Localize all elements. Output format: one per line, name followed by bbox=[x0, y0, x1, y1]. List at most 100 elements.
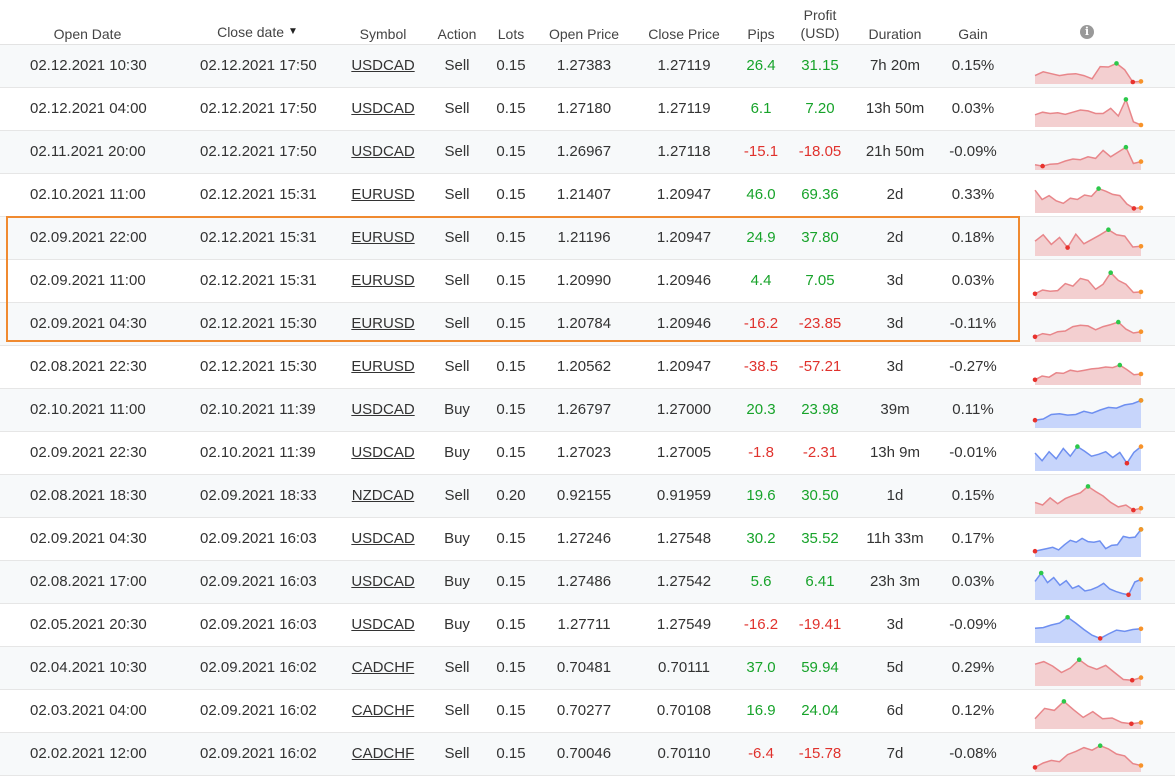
header-close-price[interactable]: Close Price bbox=[640, 25, 728, 43]
close-price-cell: 1.20947 bbox=[656, 358, 712, 375]
lots-cell: 0.15 bbox=[496, 530, 526, 547]
duration-cell: 2d bbox=[886, 229, 904, 246]
symbol-link[interactable]: NZDCAD bbox=[343, 475, 423, 517]
lots-cell: 0.15 bbox=[496, 315, 526, 332]
action-cell: Buy bbox=[444, 444, 470, 461]
close-date-cell: 02.09.2021 16:02 bbox=[200, 659, 317, 676]
symbol-link[interactable]: USDCAD bbox=[343, 432, 423, 474]
table-row[interactable]: 02.09.2021 11:00 02.12.2021 15:31 EURUSD Se… bbox=[0, 260, 1175, 303]
sparkline-end-dot bbox=[1138, 720, 1144, 725]
symbol-link-text[interactable]: USDCAD bbox=[351, 100, 414, 117]
symbol-link[interactable]: EURUSD bbox=[343, 303, 423, 345]
trade-sparkline bbox=[1034, 657, 1144, 686]
header-symbol[interactable]: Symbol bbox=[343, 25, 423, 43]
table-row[interactable]: 02.08.2021 17:00 02.09.2021 16:03 USDCAD Bu… bbox=[0, 561, 1175, 604]
header-gain[interactable]: Gain bbox=[943, 25, 1003, 43]
symbol-link-text[interactable]: EURUSD bbox=[351, 186, 414, 203]
header-open-date[interactable]: Open Date bbox=[30, 25, 145, 43]
symbol-link-text[interactable]: USDCAD bbox=[351, 57, 414, 74]
symbol-link[interactable]: EURUSD bbox=[343, 174, 423, 216]
table-row[interactable]: 02.11.2021 20:00 02.12.2021 17:50 USDCAD Se… bbox=[0, 131, 1175, 174]
table-row[interactable]: 02.12.2021 04:00 02.12.2021 17:50 USDCAD Se… bbox=[0, 88, 1175, 131]
table-row[interactable]: 02.09.2021 04:30 02.12.2021 15:30 EURUSD Se… bbox=[0, 303, 1175, 346]
sparkline-end-dot bbox=[1138, 289, 1144, 295]
symbol-link[interactable]: USDCAD bbox=[343, 45, 423, 87]
open-price-cell: 1.20784 bbox=[556, 315, 612, 332]
table-row[interactable]: 02.09.2021 04:30 02.09.2021 16:03 USDCAD Bu… bbox=[0, 518, 1175, 561]
pips-cell: 24.9 bbox=[746, 229, 776, 246]
lots-cell: 0.15 bbox=[496, 616, 526, 633]
table-row[interactable]: 02.09.2021 22:00 02.12.2021 15:31 EURUSD Se… bbox=[0, 217, 1175, 260]
trade-sparkline bbox=[1032, 319, 1144, 342]
symbol-link-text[interactable]: USDCAD bbox=[351, 143, 414, 160]
symbol-link[interactable]: CADCHF bbox=[343, 690, 423, 732]
close-date-cell: 02.09.2021 16:03 bbox=[200, 573, 317, 590]
symbol-link-text[interactable]: USDCAD bbox=[351, 401, 414, 418]
pips-cell: -16.2 bbox=[743, 616, 779, 633]
pips-cell: 46.0 bbox=[746, 186, 776, 203]
symbol-link-text[interactable]: NZDCAD bbox=[352, 487, 415, 504]
sparkline-low-dot bbox=[1131, 206, 1137, 211]
header-lots[interactable]: Lots bbox=[490, 25, 532, 43]
header-profit[interactable]: Profit (USD) bbox=[790, 6, 850, 42]
symbol-link-text[interactable]: EURUSD bbox=[351, 272, 414, 289]
open-price-cell: 1.27383 bbox=[556, 57, 612, 74]
symbol-link-text[interactable]: USDCAD bbox=[351, 616, 414, 633]
table-row[interactable]: 02.08.2021 22:30 02.12.2021 15:30 EURUSD Se… bbox=[0, 346, 1175, 389]
duration-cell: 3d bbox=[886, 616, 904, 633]
header-action[interactable]: Action bbox=[427, 25, 487, 43]
symbol-link-text[interactable]: EURUSD bbox=[351, 229, 414, 246]
open-date-cell: 02.04.2021 10:30 bbox=[30, 659, 147, 676]
action-cell: Sell bbox=[444, 272, 470, 289]
symbol-link-text[interactable]: CADCHF bbox=[352, 702, 415, 719]
sparkline-area bbox=[1035, 446, 1141, 471]
table-row[interactable]: 02.02.2021 12:00 02.09.2021 16:02 CADCHF Se… bbox=[0, 733, 1175, 776]
symbol-link[interactable]: USDCAD bbox=[343, 518, 423, 560]
gain-cell: 0.15% bbox=[951, 487, 995, 504]
sparkline-end-dot bbox=[1138, 329, 1144, 334]
table-row[interactable]: 02.12.2021 10:30 02.12.2021 17:50 USDCAD Se… bbox=[0, 45, 1175, 88]
symbol-link[interactable]: EURUSD bbox=[343, 260, 423, 302]
symbol-link[interactable]: CADCHF bbox=[343, 733, 423, 775]
symbol-link-text[interactable]: EURUSD bbox=[351, 315, 414, 332]
open-date-cell: 02.11.2021 20:00 bbox=[30, 143, 146, 160]
table-row[interactable]: 02.03.2021 04:00 02.09.2021 16:02 CADCHF Se… bbox=[0, 690, 1175, 733]
symbol-link[interactable]: USDCAD bbox=[343, 561, 423, 603]
symbol-link-text[interactable]: CADCHF bbox=[352, 659, 415, 676]
gain-cell: 0.29% bbox=[951, 659, 995, 676]
table-row[interactable]: 02.04.2021 10:30 02.09.2021 16:02 CADCHF Se… bbox=[0, 647, 1175, 690]
action-cell: Buy bbox=[444, 573, 470, 590]
open-date-cell: 02.09.2021 04:30 bbox=[30, 530, 147, 547]
sparkline-area bbox=[1035, 659, 1141, 686]
symbol-link[interactable]: USDCAD bbox=[343, 604, 423, 646]
header-pips[interactable]: Pips bbox=[736, 25, 786, 43]
symbol-link[interactable]: USDCAD bbox=[343, 88, 423, 130]
table-row[interactable]: 02.05.2021 20:30 02.09.2021 16:03 USDCAD Bu… bbox=[0, 604, 1175, 647]
table-row[interactable]: 02.10.2021 11:00 02.10.2021 11:39 USDCAD Bu… bbox=[0, 389, 1175, 432]
symbol-link-text[interactable]: CADCHF bbox=[352, 745, 415, 762]
symbol-link-text[interactable]: USDCAD bbox=[351, 444, 414, 461]
header-open-price[interactable]: Open Price bbox=[543, 25, 625, 43]
open-price-cell: 1.27486 bbox=[556, 573, 612, 590]
sparkline-high-dot bbox=[1075, 444, 1080, 449]
symbol-link[interactable]: EURUSD bbox=[343, 217, 423, 259]
table-row[interactable]: 02.08.2021 18:30 02.09.2021 18:33 NZDCAD Se… bbox=[0, 475, 1175, 518]
close-date-cell: 02.12.2021 15:31 bbox=[200, 229, 317, 246]
symbol-link[interactable]: EURUSD bbox=[343, 346, 423, 388]
table-row[interactable]: 02.10.2021 11:00 02.12.2021 15:31 EURUSD Se… bbox=[0, 174, 1175, 217]
symbol-link-text[interactable]: USDCAD bbox=[351, 530, 414, 547]
header-close-date[interactable]: Close date ▼ bbox=[200, 23, 315, 44]
gain-cell: 0.03% bbox=[951, 100, 995, 117]
info-icon[interactable]: i bbox=[1080, 25, 1094, 39]
symbol-link-text[interactable]: USDCAD bbox=[351, 573, 414, 590]
symbol-link[interactable]: USDCAD bbox=[343, 389, 423, 431]
table-row[interactable]: 02.09.2021 22:30 02.10.2021 11:39 USDCAD Bu… bbox=[0, 432, 1175, 475]
duration-cell: 3d bbox=[886, 358, 904, 375]
symbol-link-text[interactable]: EURUSD bbox=[351, 358, 414, 375]
header-duration[interactable]: Duration bbox=[855, 25, 935, 43]
symbol-link[interactable]: USDCAD bbox=[343, 131, 423, 173]
close-price-cell: 1.20947 bbox=[656, 229, 712, 246]
symbol-link[interactable]: CADCHF bbox=[343, 647, 423, 689]
open-date-cell: 02.10.2021 11:00 bbox=[30, 401, 146, 418]
action-cell: Sell bbox=[444, 315, 470, 332]
